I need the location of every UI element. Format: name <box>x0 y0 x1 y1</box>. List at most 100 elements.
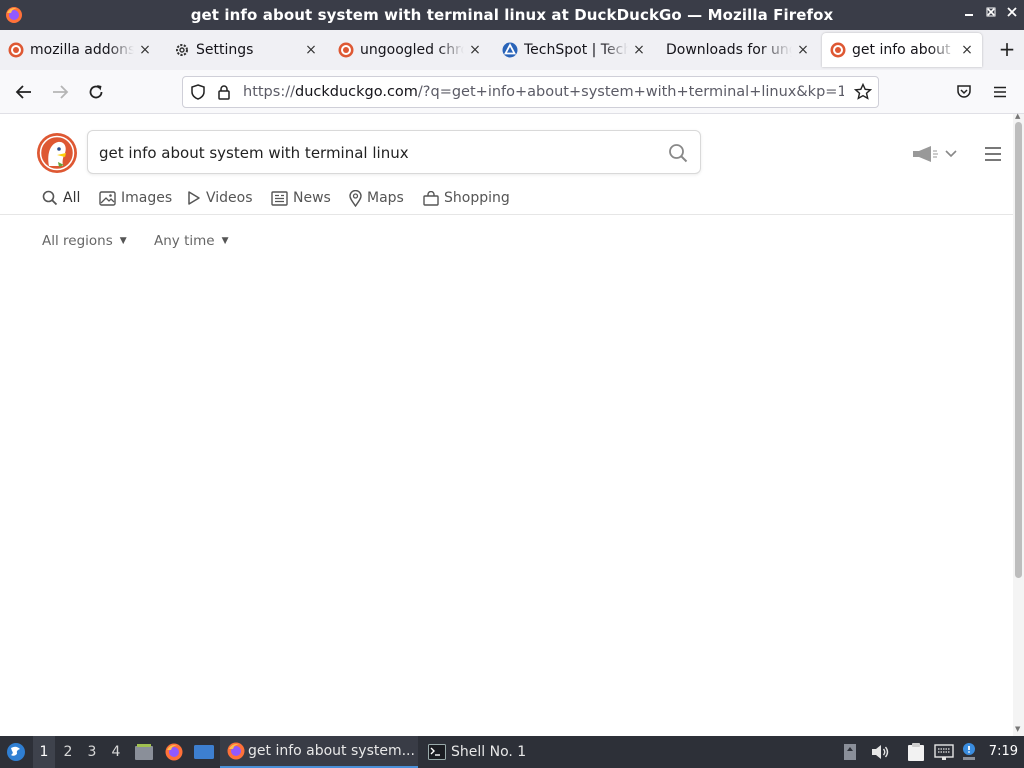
tab-news-label: News <box>293 190 331 206</box>
task-terminal-label: Shell No. 1 <box>451 744 527 760</box>
reload-button[interactable] <box>84 80 108 104</box>
tab-mozilla-addons[interactable]: mozilla addons ( × <box>0 33 160 67</box>
site-menu-icon[interactable] <box>984 146 1002 162</box>
caret-down-icon: ▼ <box>119 236 127 246</box>
tab-ungoogled-chromium[interactable]: ungoogled chron × <box>330 33 490 67</box>
gear-icon <box>176 44 188 56</box>
network-icon <box>934 744 954 760</box>
duckduckgo-icon <box>8 42 24 58</box>
window-title: get info about system with terminal linu… <box>190 6 834 24</box>
task-firefox[interactable]: get info about system... <box>220 736 418 768</box>
bookmark-star-icon[interactable] <box>854 83 872 101</box>
minimize-button[interactable] <box>960 5 978 23</box>
duckduckgo-icon <box>830 42 846 58</box>
workspace-4[interactable]: 4 <box>105 736 127 768</box>
time-filter-dropdown[interactable]: Any time ▼ <box>154 233 229 249</box>
url-host: duckduckgo.com <box>294 84 418 100</box>
back-button[interactable] <box>12 80 36 104</box>
search-icon <box>42 190 58 206</box>
promotions-button[interactable] <box>911 144 957 164</box>
firefox-launcher[interactable] <box>164 736 184 768</box>
arrow-left-icon <box>15 85 31 99</box>
close-icon <box>1007 7 1017 17</box>
folder-icon <box>135 744 153 760</box>
pocket-button[interactable] <box>952 80 976 104</box>
search-icon[interactable] <box>668 143 688 163</box>
tab-label: Downloads for ungo <box>666 42 792 58</box>
url-prefix: https:// <box>243 84 295 100</box>
reload-icon <box>89 85 103 99</box>
battery-icon <box>844 744 856 760</box>
firefox-icon <box>165 743 183 761</box>
tab-maps-label: Maps <box>367 190 404 206</box>
page-content: All Images Videos News Maps Shopping All… <box>0 114 1013 736</box>
desktop-launcher[interactable] <box>193 736 215 768</box>
scroll-up-icon[interactable]: ▲ <box>1015 113 1022 120</box>
task-terminal[interactable]: Shell No. 1 <box>422 736 582 768</box>
tab-images-label: Images <box>121 190 173 206</box>
start-menu-button[interactable] <box>4 736 28 768</box>
volume-icon <box>872 745 889 759</box>
app-menu-button[interactable] <box>988 80 1012 104</box>
tab-close-button[interactable]: × <box>136 41 154 59</box>
tab-videos-label: Videos <box>206 190 253 206</box>
clipboard-icon <box>908 743 924 761</box>
task-firefox-label: get info about system... <box>248 743 415 759</box>
tab-label: mozilla addons ( <box>30 42 134 58</box>
chevron-down-icon <box>945 150 957 158</box>
tray-network[interactable] <box>934 736 956 768</box>
tab-close-button[interactable]: × <box>466 41 484 59</box>
search-input[interactable] <box>99 142 659 164</box>
duckduckgo-icon <box>338 42 354 58</box>
tray-updates[interactable] <box>843 736 861 768</box>
tab-news[interactable]: News <box>271 187 331 209</box>
scroll-down-icon[interactable]: ▼ <box>1015 726 1022 733</box>
tab-all[interactable]: All <box>42 187 80 209</box>
tab-label: TechSpot | Tech <box>524 42 628 58</box>
tab-label: Settings <box>196 42 254 58</box>
navigation-toolbar: https://duckduckgo.com/?q=get+info+about… <box>0 70 1024 114</box>
region-filter-dropdown[interactable]: All regions ▼ <box>42 233 127 249</box>
address-bar[interactable]: https://duckduckgo.com/?q=get+info+about… <box>182 76 879 108</box>
tab-duckduckgo-search[interactable]: get info about s × <box>822 33 982 67</box>
tab-images[interactable]: Images <box>99 187 172 209</box>
workspace-1[interactable]: 1 <box>33 736 55 768</box>
page-scrollbar[interactable]: ▲ ▼ <box>1013 113 1024 736</box>
tab-close-button[interactable]: × <box>630 41 648 59</box>
workspace-3[interactable]: 3 <box>81 736 103 768</box>
desktop-icon <box>194 745 214 759</box>
tab-close-button[interactable]: × <box>302 41 320 59</box>
tray-clipboard[interactable] <box>907 736 927 768</box>
shopping-bag-icon <box>423 190 439 206</box>
pocket-icon <box>957 85 971 98</box>
tab-close-button[interactable]: × <box>958 41 976 59</box>
file-manager-launcher[interactable] <box>134 736 154 768</box>
tab-label: get info about s <box>852 42 956 58</box>
shield-icon[interactable] <box>190 84 206 100</box>
region-filter-label: All regions <box>42 233 113 249</box>
url-text[interactable]: https://duckduckgo.com/?q=get+info+about… <box>243 84 844 100</box>
forward-button[interactable] <box>48 80 72 104</box>
restore-button[interactable] <box>982 5 1000 23</box>
lock-icon[interactable] <box>216 84 232 100</box>
close-window-button[interactable] <box>1003 5 1021 23</box>
search-form <box>87 130 701 174</box>
tab-close-button[interactable]: × <box>794 41 812 59</box>
info-icon <box>963 743 975 760</box>
tab-videos[interactable]: Videos <box>187 187 253 209</box>
taskbar-clock: 7:19 <box>988 744 1018 759</box>
tab-settings[interactable]: Settings × <box>166 33 326 67</box>
terminal-icon <box>428 744 446 760</box>
duckduckgo-logo[interactable] <box>36 132 78 174</box>
tab-downloads[interactable]: Downloads for ungo × <box>658 33 818 67</box>
scrollbar-thumb[interactable] <box>1015 122 1022 578</box>
tray-notifications[interactable] <box>961 736 979 768</box>
tab-maps[interactable]: Maps <box>349 187 404 209</box>
workspace-2[interactable]: 2 <box>57 736 79 768</box>
tab-shopping[interactable]: Shopping <box>423 187 510 209</box>
new-tab-button[interactable]: + <box>996 39 1018 61</box>
url-path: /?q=get+info+about+system+with+terminal+… <box>417 84 844 100</box>
window-titlebar: get info about system with terminal linu… <box>0 0 1024 30</box>
tray-volume[interactable] <box>871 736 891 768</box>
tab-techspot[interactable]: TechSpot | Tech × <box>494 33 654 67</box>
